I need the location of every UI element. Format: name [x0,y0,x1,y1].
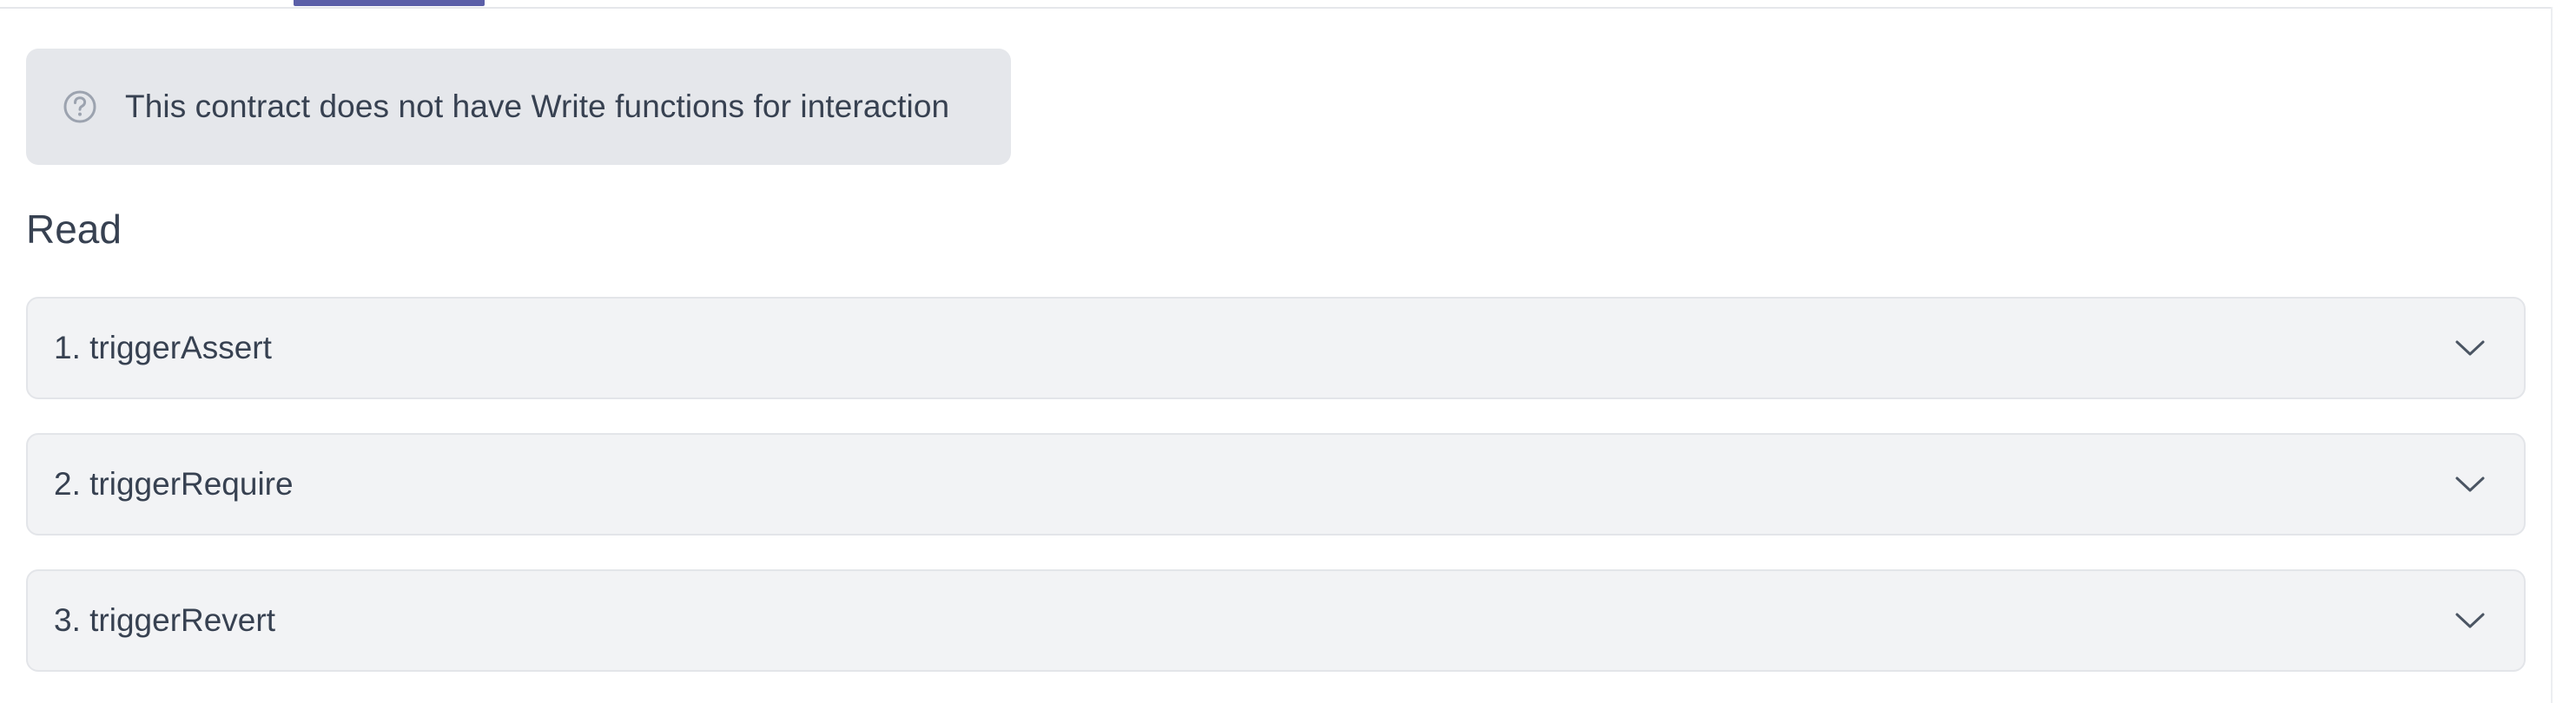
no-write-functions-notice: This contract does not have Write functi… [26,49,1011,165]
function-row-trigger-assert[interactable]: 1. triggerAssert [26,297,2526,399]
chevron-down-icon[interactable] [2454,605,2486,636]
panel-right-border [2551,7,2553,703]
function-row-trigger-revert[interactable]: 3. triggerRevert [26,569,2526,672]
notice-text: This contract does not have Write functi… [125,89,950,124]
tab-bar-divider [0,7,2551,9]
function-row-trigger-require[interactable]: 2. triggerRequire [26,433,2526,535]
function-label: 1. triggerAssert [54,330,272,365]
chevron-down-icon[interactable] [2454,332,2486,364]
read-section-title: Read [26,207,122,252]
active-tab-indicator [294,0,485,6]
chevron-down-icon[interactable] [2454,469,2486,500]
contract-interaction-panel: This contract does not have Write functi… [0,0,2576,703]
question-circle-icon [63,89,97,124]
function-label: 3. triggerRevert [54,602,275,638]
function-label: 2. triggerRequire [54,466,294,502]
